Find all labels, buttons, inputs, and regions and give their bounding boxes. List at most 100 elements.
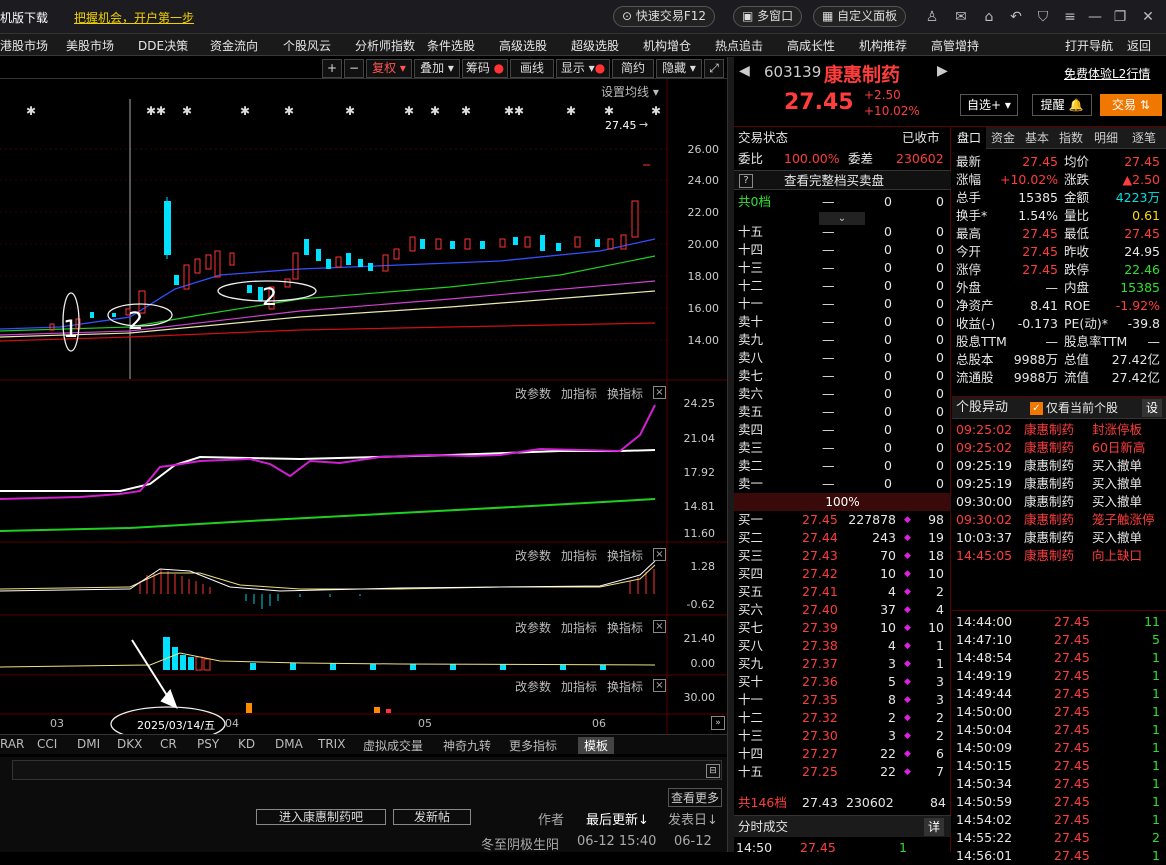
- abnormal-time[interactable]: 09:30:02: [956, 511, 1012, 529]
- abnormal-event[interactable]: 60日新高: [1092, 439, 1145, 457]
- menu-item[interactable]: 个股风云: [283, 37, 331, 54]
- abnormal-stock[interactable]: 康惠制药: [1024, 529, 1074, 547]
- tab-detail[interactable]: 明细: [1088, 127, 1124, 149]
- menu-item[interactable]: 高管增持: [931, 37, 979, 54]
- menu-item[interactable]: DDE决策: [138, 37, 188, 54]
- watchlist-button[interactable]: 自选+ ▾: [960, 94, 1018, 116]
- free-l2-link[interactable]: 免费体验L2行情: [1064, 65, 1150, 82]
- params-link[interactable]: 改参数: [515, 678, 551, 695]
- tab-tick[interactable]: 逐笔: [1124, 127, 1164, 149]
- menu-item[interactable]: 资金流向: [210, 37, 258, 54]
- back-icon[interactable]: ↶: [1006, 7, 1026, 27]
- multi-window-button[interactable]: ▣ 多窗口: [733, 6, 803, 27]
- params-link[interactable]: 改参数: [515, 547, 551, 564]
- abnormal-stock[interactable]: 康惠制药: [1024, 439, 1074, 457]
- abnormal-event[interactable]: 封涨停板: [1092, 421, 1142, 439]
- swap-indicator-link[interactable]: 换指标: [607, 385, 643, 402]
- abnormal-time[interactable]: 09:25:19: [956, 475, 1012, 493]
- tab-indicator[interactable]: DMA: [275, 737, 303, 751]
- add-indicator-link[interactable]: 加指标: [561, 547, 597, 564]
- minimize-icon[interactable]: —: [1085, 7, 1105, 27]
- menu-item[interactable]: 热点追击: [715, 37, 763, 54]
- abnormal-time[interactable]: 09:25:02: [956, 439, 1012, 457]
- latest-column[interactable]: 最后更新↓: [586, 809, 649, 828]
- chips-button[interactable]: 筹码 ●: [462, 59, 508, 78]
- enter-bar-button[interactable]: 进入康惠制药吧: [256, 809, 386, 825]
- menu-item[interactable]: 机构推荐: [859, 37, 907, 54]
- abnormal-time[interactable]: 14:45:05: [956, 547, 1012, 565]
- abnormal-stock[interactable]: 康惠制药: [1024, 421, 1074, 439]
- download-link[interactable]: 机版下载: [0, 9, 48, 26]
- abnormal-event[interactable]: 买入撤单: [1092, 475, 1142, 493]
- abnormal-stock[interactable]: 康惠制药: [1024, 493, 1074, 511]
- checkbox-checked-icon[interactable]: ✓: [1030, 402, 1043, 415]
- add-indicator-link[interactable]: 加指标: [561, 678, 597, 695]
- scroll-right-icon[interactable]: »: [711, 716, 725, 730]
- abnormal-stock[interactable]: 康惠制药: [1024, 511, 1074, 529]
- abnormal-time[interactable]: 09:25:02: [956, 421, 1012, 439]
- close-panel-icon[interactable]: ×: [653, 620, 666, 633]
- tab-indicator[interactable]: 更多指标: [509, 737, 557, 754]
- abnormal-event[interactable]: 买入撤单: [1092, 529, 1142, 547]
- tab-indicator[interactable]: DMI: [77, 737, 100, 751]
- tab-indicator[interactable]: CR: [160, 737, 177, 751]
- close-panel-icon[interactable]: ×: [653, 386, 666, 399]
- add-indicator-link[interactable]: 加指标: [561, 385, 597, 402]
- swap-indicator-link[interactable]: 换指标: [607, 547, 643, 564]
- tab-indicator[interactable]: CCI: [37, 737, 57, 751]
- fuquan-button[interactable]: 复权 ▾: [366, 59, 412, 78]
- simple-button[interactable]: 简约: [612, 59, 654, 78]
- home-icon[interactable]: ⌂: [979, 7, 999, 27]
- close-icon[interactable]: ✕: [1138, 7, 1158, 27]
- menu-item[interactable]: 高级选股: [499, 37, 547, 54]
- hide-button[interactable]: 隐藏 ▾: [656, 59, 702, 78]
- trade-button[interactable]: 交易 ⇅: [1100, 94, 1162, 116]
- abnormal-stock[interactable]: 康惠制药: [1024, 475, 1074, 493]
- tab-indicator[interactable]: TRIX: [318, 737, 345, 751]
- swap-indicator-link[interactable]: 换指标: [607, 619, 643, 636]
- zoom-in-button[interactable]: +: [322, 59, 342, 78]
- mail-icon[interactable]: ✉: [951, 7, 971, 27]
- abnormal-event[interactable]: 买入撤单: [1092, 493, 1142, 511]
- view-more-button[interactable]: 查看更多: [668, 788, 723, 807]
- swap-indicator-link[interactable]: 换指标: [607, 678, 643, 695]
- user-icon[interactable]: ♙: [922, 7, 942, 27]
- author-column[interactable]: 作者: [538, 809, 564, 828]
- collapse-icon[interactable]: ⊟: [706, 764, 720, 778]
- abnormal-event[interactable]: 笼子触涨停: [1092, 511, 1155, 529]
- tab-pankou[interactable]: 盘口: [952, 127, 986, 149]
- fullscreen-icon[interactable]: ⤢: [704, 59, 724, 78]
- tab-indicator[interactable]: RAR: [0, 737, 24, 751]
- tab-basic[interactable]: 基本: [1020, 127, 1054, 149]
- abnormal-settings-button[interactable]: 设: [1142, 399, 1162, 417]
- menu-item[interactable]: 超级选股: [571, 37, 619, 54]
- full-book-link[interactable]: 查看完整档买卖盘: [784, 172, 884, 190]
- add-indicator-link[interactable]: 加指标: [561, 619, 597, 636]
- display-button[interactable]: 显示 ▾●: [556, 59, 610, 78]
- menu-icon[interactable]: ≡: [1060, 7, 1080, 27]
- tab-indicator[interactable]: 神奇九转: [443, 737, 491, 754]
- tab-template[interactable]: 模板: [578, 737, 615, 754]
- menu-item[interactable]: 高成长性: [787, 37, 835, 54]
- back-link[interactable]: 返回: [1127, 37, 1151, 54]
- footer-topic[interactable]: 冬至阴极生阳: [481, 834, 559, 853]
- custom-panel-button[interactable]: ▦ 自定义面板: [813, 6, 907, 27]
- menu-item[interactable]: 条件选股: [427, 37, 475, 54]
- tab-indicator[interactable]: 虚拟成交量: [363, 737, 423, 754]
- menu-item[interactable]: 分析师指数: [355, 37, 415, 54]
- abnormal-time[interactable]: 10:03:37: [956, 529, 1012, 547]
- full-book-row[interactable]: ? 查看完整档买卖盘: [734, 170, 951, 190]
- menu-item[interactable]: 美股市场: [66, 37, 114, 54]
- tab-index[interactable]: 指数: [1054, 127, 1088, 149]
- tab-indicator[interactable]: KD: [238, 737, 255, 751]
- menu-item[interactable]: 港股市场: [0, 37, 48, 54]
- abnormal-event[interactable]: 向上缺口: [1092, 547, 1142, 565]
- quick-trade-button[interactable]: ⊙ 快速交易F12: [613, 6, 716, 27]
- close-panel-icon[interactable]: ×: [653, 679, 666, 692]
- remind-button[interactable]: 提醒 🔔: [1032, 94, 1092, 116]
- help-icon[interactable]: ?: [739, 174, 753, 188]
- prev-stock-icon[interactable]: ◀: [739, 63, 750, 79]
- params-link[interactable]: 改参数: [515, 385, 551, 402]
- overlay-button[interactable]: 叠加 ▾: [414, 59, 460, 78]
- shirt-icon[interactable]: ⛉: [1033, 7, 1053, 27]
